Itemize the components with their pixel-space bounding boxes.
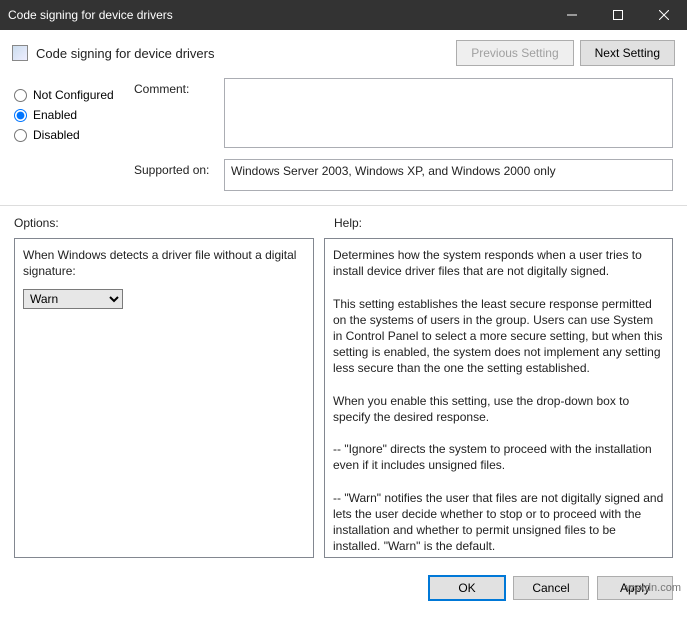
radio-label: Disabled xyxy=(33,128,80,142)
titlebar: Code signing for device drivers xyxy=(0,0,687,30)
next-setting-button[interactable]: Next Setting xyxy=(580,40,675,66)
comment-field[interactable] xyxy=(224,78,673,148)
options-pane: When Windows detects a driver file witho… xyxy=(14,238,314,558)
signature-action-select[interactable]: Warn xyxy=(23,289,123,309)
radio-label: Not Configured xyxy=(33,88,114,102)
radio-label: Enabled xyxy=(33,108,77,122)
close-button[interactable] xyxy=(641,0,687,30)
maximize-button[interactable] xyxy=(595,0,641,30)
supported-on-field: Windows Server 2003, Windows XP, and Win… xyxy=(224,159,673,191)
cancel-button[interactable]: Cancel xyxy=(513,576,589,600)
previous-setting-button[interactable]: Previous Setting xyxy=(456,40,573,66)
help-text: When you enable this setting, use the dr… xyxy=(333,393,664,425)
options-prompt: When Windows detects a driver file witho… xyxy=(23,247,305,279)
supported-label: Supported on: xyxy=(134,159,224,177)
window-title: Code signing for device drivers xyxy=(8,8,549,22)
radio-disabled[interactable]: Disabled xyxy=(14,128,134,142)
header: Code signing for device drivers Previous… xyxy=(0,30,687,76)
radio-enabled[interactable]: Enabled xyxy=(14,108,134,122)
ok-button[interactable]: OK xyxy=(429,576,505,600)
help-text: -- "Warn" notifies the user that files a… xyxy=(333,490,664,555)
policy-icon xyxy=(12,45,28,61)
divider xyxy=(0,205,687,206)
minimize-button[interactable] xyxy=(549,0,595,30)
page-title: Code signing for device drivers xyxy=(36,46,450,61)
help-header: Help: xyxy=(334,216,673,230)
comment-label: Comment: xyxy=(134,78,224,96)
watermark: wsxdn.com xyxy=(626,582,681,594)
options-header: Options: xyxy=(14,216,334,230)
dialog-footer: OK Cancel Apply xyxy=(0,566,687,610)
radio-not-configured[interactable]: Not Configured xyxy=(14,88,134,102)
help-pane[interactable]: Determines how the system responds when … xyxy=(324,238,673,558)
help-text: Determines how the system responds when … xyxy=(333,247,664,279)
help-text: -- "Ignore" directs the system to procee… xyxy=(333,441,664,473)
help-text: This setting establishes the least secur… xyxy=(333,296,664,377)
state-radios: Not Configured Enabled Disabled xyxy=(14,78,134,148)
